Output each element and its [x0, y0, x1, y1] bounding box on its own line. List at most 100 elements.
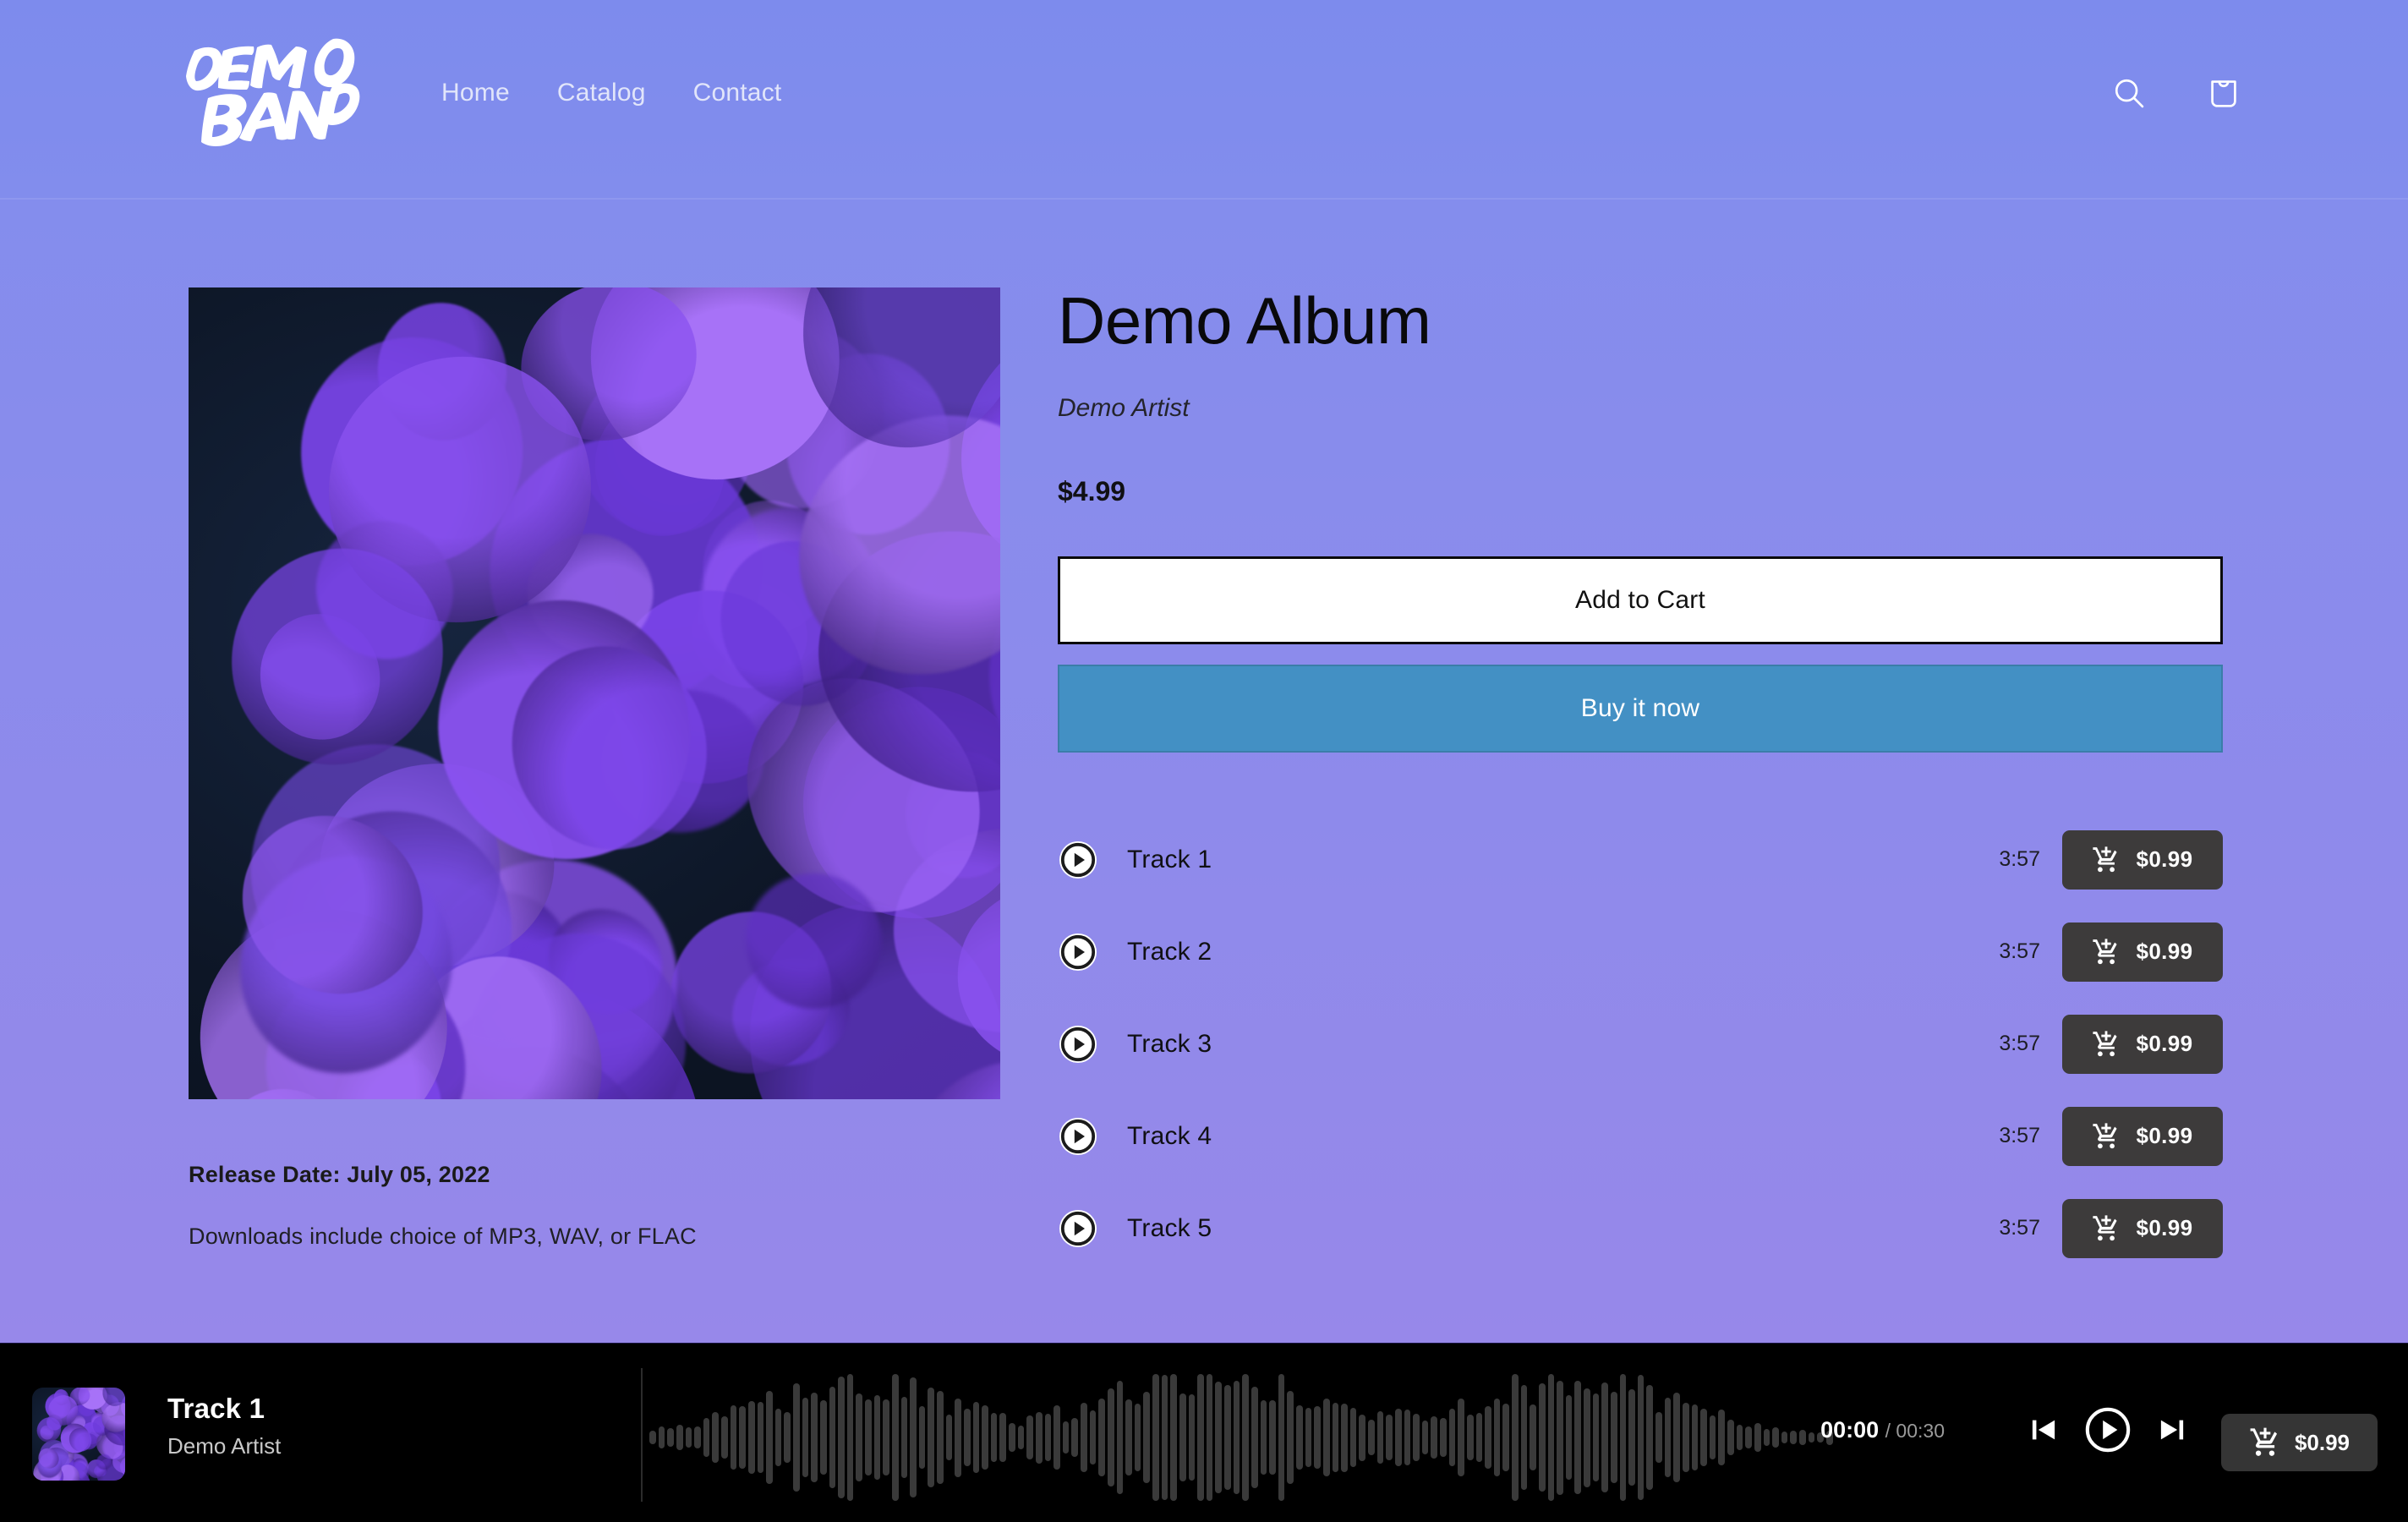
waveform-bar: [1341, 1403, 1348, 1472]
previous-track-button[interactable]: [2026, 1412, 2061, 1448]
waveform-bar: [1485, 1406, 1491, 1469]
waveform-bar: [1458, 1398, 1464, 1477]
waveform-bar: [1584, 1388, 1590, 1487]
add-shopping-cart-icon: [2093, 1030, 2118, 1056]
track-duration: 3:57: [1999, 1124, 2040, 1147]
waveform-bar: [1574, 1381, 1581, 1494]
player-track-artist: Demo Artist: [167, 1433, 282, 1459]
waveform-bar: [658, 1426, 665, 1449]
waveform-bar: [1475, 1413, 1483, 1462]
track-duration: 3:57: [1999, 1032, 2040, 1055]
track-title: Track 1: [1127, 845, 1212, 873]
track-play-button[interactable]: [1058, 1208, 1098, 1249]
nav-link-home[interactable]: Home: [418, 74, 534, 112]
add-shopping-cart-icon: [2093, 846, 2118, 872]
add-to-cart-button[interactable]: Add to Cart: [1058, 556, 2223, 644]
waveform-bar: [1143, 1391, 1150, 1484]
album-column: Release Date: July 05, 2022 Downloads in…: [189, 287, 1000, 1250]
waveform-bar: [937, 1390, 944, 1485]
waveform-bar: [1709, 1415, 1716, 1460]
waveform-bar: [1170, 1374, 1177, 1501]
waveform-bar: [1386, 1415, 1393, 1460]
track-row: Track 1 3:57 $0.99: [1058, 813, 2223, 906]
track-row: Track 4 3:57 $0.99: [1058, 1090, 2223, 1182]
cart-button[interactable]: [2197, 66, 2251, 120]
track-play-button[interactable]: [1058, 1024, 1098, 1065]
waveform-bar: [1152, 1374, 1159, 1501]
track-add-to-cart-button[interactable]: $0.99: [2062, 829, 2223, 890]
player-add-to-cart-button[interactable]: $0.99: [2221, 1414, 2378, 1471]
nav-link-contact[interactable]: Contact: [670, 74, 806, 112]
waveform-bar: [1305, 1408, 1312, 1467]
track-play-button[interactable]: [1058, 932, 1098, 972]
player-cart-price: $0.99: [2294, 1429, 2351, 1455]
main-content: Release Date: July 05, 2022 Downloads in…: [0, 200, 2408, 1343]
nav-link-catalog[interactable]: Catalog: [534, 74, 670, 112]
waveform-bar: [685, 1426, 692, 1448]
play-circle-icon: [2085, 1407, 2131, 1453]
header-actions: [2102, 66, 2251, 120]
search-button[interactable]: [2102, 66, 2156, 120]
waveform-bar: [1431, 1416, 1437, 1459]
waveform-bar: [1547, 1374, 1555, 1501]
waveform-bar: [900, 1396, 908, 1479]
waveform-bar: [1404, 1410, 1411, 1465]
waveform-bar: [1376, 1410, 1384, 1465]
track-add-to-cart-button[interactable]: $0.99: [2062, 1014, 2223, 1074]
waveform-bar: [982, 1404, 988, 1470]
waveform-bar: [1359, 1414, 1365, 1461]
waveform-bar: [1161, 1374, 1168, 1501]
album-cover-image[interactable]: [189, 287, 1000, 1099]
waveform-bar: [873, 1394, 881, 1481]
release-date: Release Date: July 05, 2022: [189, 1162, 490, 1187]
track-add-to-cart-button[interactable]: $0.99: [2062, 1106, 2223, 1166]
waveform-bar: [1421, 1421, 1429, 1454]
waveform-bar: [1179, 1393, 1186, 1481]
waveform-bar: [1538, 1383, 1546, 1492]
waveform-bar: [1727, 1420, 1734, 1455]
waveform-bar: [891, 1374, 899, 1501]
waveform-bar: [963, 1408, 971, 1467]
track-add-to-cart-button[interactable]: $0.99: [2062, 922, 2223, 982]
waveform-bar: [1610, 1391, 1617, 1484]
waveform-bar: [1664, 1397, 1672, 1478]
waveform-bar: [694, 1426, 701, 1449]
waveform-bar: [739, 1406, 746, 1469]
waveform-bar: [774, 1409, 782, 1466]
buy-it-now-button[interactable]: Buy it now: [1058, 665, 2223, 753]
waveform-bar: [1296, 1405, 1303, 1470]
waveform-bar: [856, 1393, 862, 1481]
waveform-bar: [1044, 1413, 1052, 1462]
waveform-bar: [1790, 1430, 1797, 1445]
player-time-display: 00:00 / 00:30: [1820, 1417, 1945, 1443]
site-logo[interactable]: [179, 32, 361, 151]
track-price: $0.99: [2136, 939, 2193, 964]
waveform-bar: [1071, 1417, 1078, 1458]
player-current-time: 00:00: [1820, 1417, 1880, 1443]
product-price: $4.99: [1058, 476, 1126, 506]
waveform-bar: [1125, 1399, 1132, 1476]
track-add-to-cart-button[interactable]: $0.99: [2062, 1198, 2223, 1258]
next-track-button[interactable]: [2154, 1412, 2190, 1448]
waveform-bar: [1772, 1426, 1779, 1448]
waveform-bar: [1197, 1374, 1204, 1501]
demo-band-wordmark-icon: [186, 38, 360, 146]
waveform-bar: [1440, 1418, 1447, 1457]
waveform-bar: [1448, 1408, 1456, 1467]
player-divider: [641, 1368, 643, 1502]
track-play-button[interactable]: [1058, 840, 1098, 880]
waveform-bar: [793, 1382, 800, 1492]
track-row: Track 5 3:57 $0.99: [1058, 1182, 2223, 1274]
skip-previous-icon: [2032, 1420, 2055, 1440]
waveform-bar: [1394, 1408, 1402, 1467]
waveform-bar: [667, 1428, 674, 1447]
waveform-bar: [846, 1374, 854, 1501]
waveform-seek-bar[interactable]: [649, 1370, 1833, 1505]
waveform-bar: [1520, 1384, 1528, 1491]
track-duration: 3:57: [1999, 939, 2040, 963]
play-pause-button[interactable]: [2083, 1405, 2132, 1454]
track-play-button[interactable]: [1058, 1116, 1098, 1157]
waveform-bar: [747, 1401, 755, 1474]
track-price: $0.99: [2136, 1031, 2193, 1056]
waveform-bar: [999, 1413, 1006, 1462]
